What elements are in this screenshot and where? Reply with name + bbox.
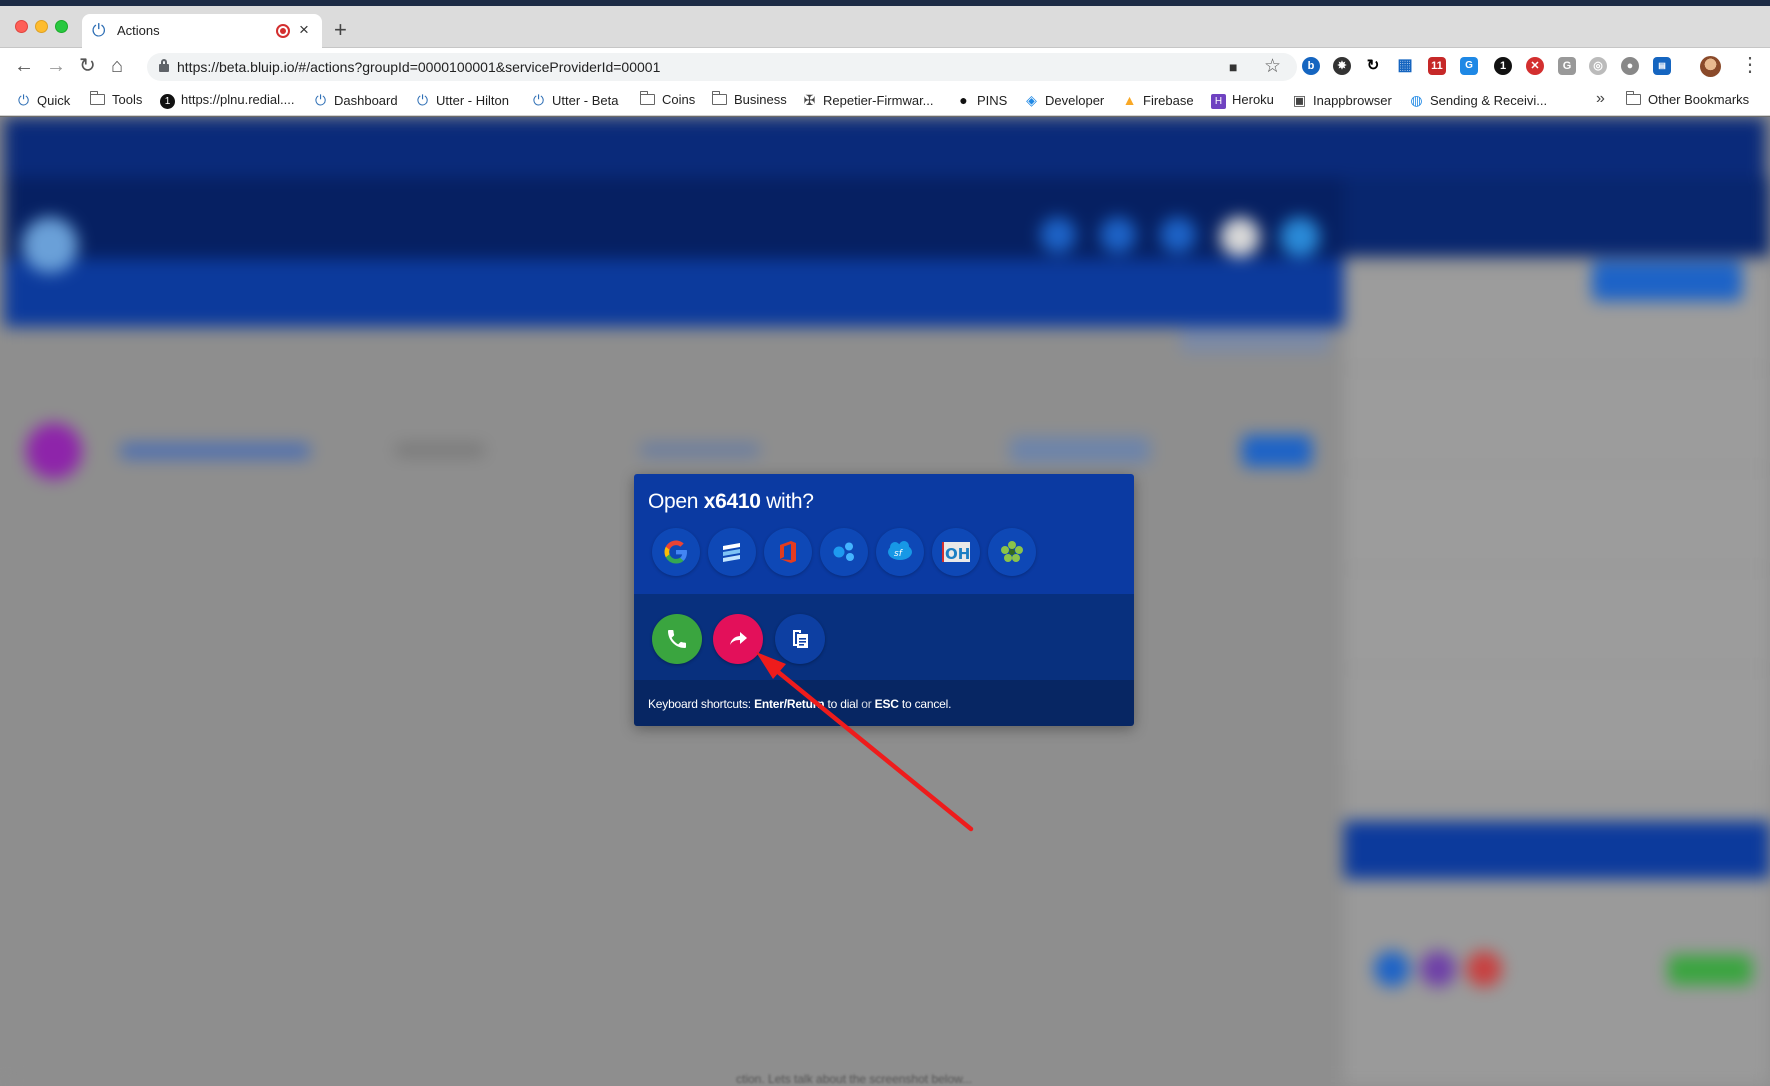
oh-app-button[interactable]: OH [932,528,980,576]
extension-b-icon[interactable]: b [1302,57,1320,75]
browser-icon: ▣ [1292,92,1307,108]
dots-app-icon [833,542,854,561]
office-button[interactable] [764,528,812,576]
folder-icon [711,91,727,105]
gear-icon: ✠ [803,92,816,108]
google-icon [664,540,687,564]
call-button[interactable] [652,614,702,664]
copy-button[interactable] [775,614,825,664]
tab-title: Actions [117,23,160,38]
bookmark-firebase[interactable]: ▲ Firebase [1122,92,1194,108]
close-window-button[interactable] [15,20,28,33]
bookmark-sending[interactable]: ◍ Sending & Receivi... [1409,92,1547,109]
bookmark-quick[interactable]: ⏻ Quick [16,92,70,109]
dots-app-button[interactable] [820,528,868,576]
bookmark-inappbrowser[interactable]: ▣ Inappbrowser [1292,92,1392,109]
bookmark-utter-beta[interactable]: ⏻ Utter - Beta [531,92,619,109]
svg-text:OH: OH [945,545,970,563]
minimize-window-button[interactable] [35,20,48,33]
back-icon[interactable]: ← [14,56,34,76]
bookmark-developer[interactable]: ◈ Developer [1024,92,1104,109]
flower-app-icon [1001,541,1023,562]
bookmark-business[interactable]: Business [711,91,787,107]
folder-icon [1625,91,1641,105]
extension-calendar-icon[interactable]: 11 [1428,57,1446,75]
extension-block-icon[interactable]: ✕ [1526,57,1544,75]
browser-toolbar: ← → ↻ ⌂ https://beta.bluip.io/#/actions?… [0,48,1770,86]
info-circle-icon: 1 [160,94,175,109]
power-icon: ⏻ [92,21,106,40]
call-icon [668,630,686,648]
background-text: ction. Lets talk about the screenshot be… [736,1072,973,1086]
extension-dot-icon[interactable]: ● [1621,57,1639,75]
close-tab-icon[interactable]: × [299,20,309,40]
bookmarks-bar: ⏻ Quick Tools 1 https://plnu.redial.... ⏻ D… [0,86,1770,116]
bookmark-utter-hilton[interactable]: ⏻ Utter - Hilton [415,92,509,109]
github-icon: ● [959,92,968,108]
power-icon: ⏻ [416,92,429,108]
tab-bar: ⏻ Actions × + [0,6,1770,48]
folder-icon [89,91,105,105]
open-with-modal: Open x6410 with? sf OH Keyboard shortcut… [634,474,1134,726]
power-icon: ⏻ [17,92,30,108]
bookmark-other[interactable]: Other Bookmarks [1625,91,1749,107]
new-tab-button[interactable]: + [334,19,347,41]
tab-actions[interactable]: ⏻ Actions × [82,14,322,48]
stack-icon [723,543,740,562]
office-icon [780,541,796,563]
address-bar[interactable]: https://beta.bluip.io/#/actions?groupId=… [147,53,1297,81]
forward-nav-icon[interactable]: → [46,56,66,76]
modal-header: Open x6410 with? sf OH [634,474,1134,594]
bookmark-plnu[interactable]: 1 https://plnu.redial.... [160,92,294,109]
google-button[interactable] [652,528,700,576]
salesforce-icon: sf [888,541,912,560]
fullscreen-window-button[interactable] [55,20,68,33]
keyboard-shortcut-hint: Keyboard shortcuts: Enter/Return to dial… [648,697,952,711]
bookmark-heroku[interactable]: H Heroku [1211,92,1274,109]
modal-actions [634,594,1134,680]
copy-icon [793,630,808,648]
camera-icon[interactable]: ■ [1229,59,1237,75]
target-extension: x6410 [703,490,761,513]
folder-icon [639,91,655,105]
profile-avatar[interactable] [1700,56,1721,77]
modal-title: Open x6410 with? [648,490,814,513]
extension-grid-icon[interactable]: ▦ [1396,57,1414,75]
extension-sync-icon[interactable]: ↻ [1364,57,1382,75]
extension-1password-icon[interactable]: 1 [1494,57,1512,75]
developer-icon: ◈ [1026,92,1037,108]
power-icon: ⏻ [532,92,545,108]
browser-menu-icon[interactable]: ⋮ [1740,53,1760,77]
oh-app-icon: OH [942,542,970,563]
forward-icon [730,632,747,645]
more-bookmarks-icon[interactable]: » [1596,90,1605,108]
firebase-icon: ▲ [1122,92,1137,108]
heroku-icon: H [1211,94,1226,109]
extension-g-icon[interactable]: G [1558,57,1576,75]
power-icon: ⏻ [314,92,327,108]
bookmark-pins[interactable]: ● PINS [956,92,1007,108]
bookmark-tools[interactable]: Tools [89,91,142,107]
flower-app-button[interactable] [988,528,1036,576]
forward-button[interactable] [713,614,763,664]
bookmark-dashboard[interactable]: ⏻ Dashboard [313,92,398,109]
bookmark-repetier[interactable]: ✠ Repetier-Firmwar... [802,92,934,109]
recording-icon [276,24,290,38]
extension-circle-icon[interactable]: ◎ [1589,57,1607,75]
extension-translate-icon[interactable]: G [1460,57,1478,75]
lock-icon [159,59,169,72]
globe-icon: ◍ [1410,92,1423,108]
extension-stats-icon[interactable]: ▤ [1653,57,1671,75]
home-icon[interactable]: ⌂ [111,56,123,76]
url-text[interactable]: https://beta.bluip.io/#/actions?groupId=… [177,59,660,75]
bookmark-star-icon[interactable]: ☆ [1264,55,1281,78]
stack-app-button[interactable] [708,528,756,576]
extension-gear-icon[interactable]: ✸ [1333,57,1351,75]
reload-icon[interactable]: ↻ [79,56,96,76]
bookmark-coins[interactable]: Coins [639,91,695,107]
salesforce-button[interactable]: sf [876,528,924,576]
